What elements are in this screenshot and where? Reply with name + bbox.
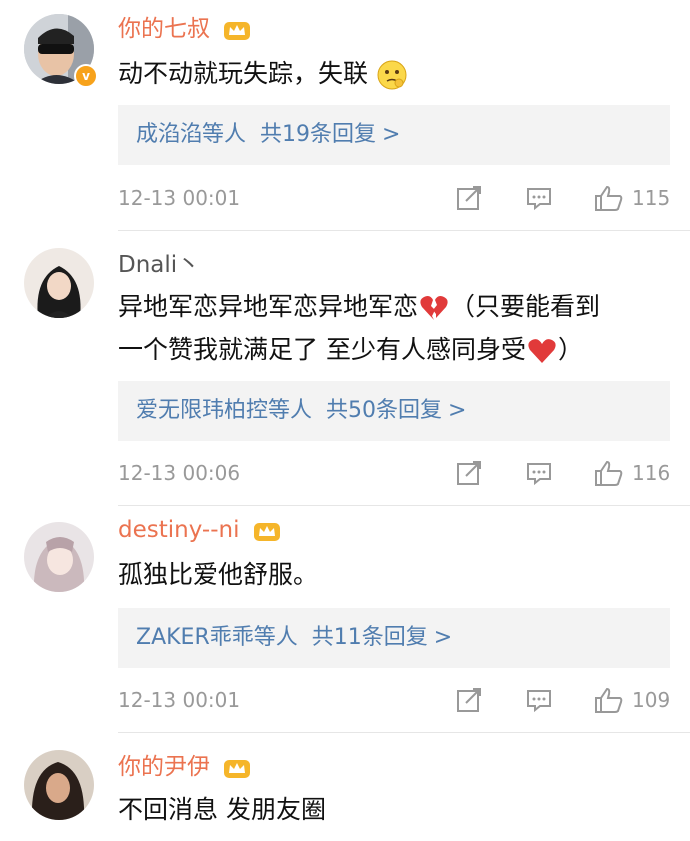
replies-names: ZAKER乖乖等人: [136, 625, 298, 650]
comment-text-line1-tail: （只要能看到: [450, 292, 601, 321]
replies-names: 爱无限玮柏控等人: [136, 398, 313, 423]
timestamp: 12-13 00:06: [118, 461, 241, 485]
avatar[interactable]: [24, 522, 94, 592]
username[interactable]: Dnali丶: [118, 250, 200, 280]
comment-icon[interactable]: [526, 687, 552, 713]
username[interactable]: 你的尹伊: [118, 752, 251, 782]
comment-text-line2-tail: ）: [557, 335, 583, 364]
avatar[interactable]: [24, 248, 94, 318]
username-text: Dnali丶: [118, 252, 201, 278]
username[interactable]: 你的七叔: [118, 14, 251, 44]
red-heart-icon: [528, 339, 556, 363]
comment-text-body: 动不动就玩失踪，失联: [118, 59, 369, 88]
username-text: 你的尹伊: [118, 754, 210, 780]
comment-text: 不回消息 发朋友圈: [118, 788, 668, 831]
chevron-right-icon: >: [382, 122, 401, 147]
replies-link[interactable]: 成淊淊等人 共19条回复 >: [118, 105, 670, 165]
crown-badge-icon: [253, 522, 280, 541]
divider: [118, 505, 690, 506]
divider: [118, 732, 690, 733]
replies-count: 共50条回复: [326, 398, 443, 423]
replies-link[interactable]: ZAKER乖乖等人 共11条回复 >: [118, 608, 670, 668]
chevron-right-icon: >: [448, 398, 467, 423]
share-icon[interactable]: [456, 185, 482, 211]
verified-badge-icon: v: [74, 64, 98, 88]
username-text: 你的七叔: [118, 16, 210, 42]
crown-badge-icon: [224, 759, 251, 778]
crown-badge-icon: [224, 21, 251, 40]
timestamp: 12-13 00:01: [118, 186, 241, 210]
comment-icon[interactable]: [526, 185, 552, 211]
broken-heart-icon: [420, 296, 448, 320]
avatar[interactable]: [24, 750, 94, 820]
comment-meta: 12-13 00:01 109: [118, 682, 670, 718]
comment-text-line2: 一个赞我就满足了 至少有人感同身受: [118, 335, 526, 364]
replies-count: 共19条回复: [260, 122, 377, 147]
comment-text-line1: 异地军恋异地军恋异地军恋: [118, 292, 419, 321]
timestamp: 12-13 00:01: [118, 688, 241, 712]
username-text: destiny--ni: [118, 517, 240, 543]
thumbs-up-icon[interactable]: [594, 460, 624, 486]
thumbs-up-icon[interactable]: [594, 185, 624, 211]
share-icon[interactable]: [456, 687, 482, 713]
replies-link[interactable]: 爱无限玮柏控等人 共50条回复 >: [118, 381, 670, 441]
comment-text: 动不动就玩失踪，失联: [118, 52, 668, 95]
like-count: 116: [632, 461, 671, 485]
chevron-right-icon: >: [433, 625, 453, 650]
divider: [118, 230, 690, 231]
share-icon[interactable]: [456, 460, 482, 486]
like-count: 115: [632, 186, 671, 210]
comment-meta: 12-13 00:06 116: [118, 455, 670, 491]
replies-count: 共11条回复: [311, 625, 428, 650]
thumbs-up-icon[interactable]: [594, 687, 624, 713]
comment-text-body: 不回消息 发朋友圈: [118, 795, 326, 824]
comment-text: 异地军恋异地军恋异地军恋 （只要能看到 一个赞我就满足了 至少有人感同身受 ）: [118, 285, 668, 371]
comment-meta: 12-13 00:01 115: [118, 180, 670, 216]
like-count: 109: [632, 688, 671, 712]
comment-icon[interactable]: [526, 460, 552, 486]
replies-names: 成淊淊等人: [136, 122, 247, 147]
comment-text: 孤独比爱他舒服。: [118, 553, 668, 596]
comment-text-body: 孤独比爱他舒服。: [118, 560, 319, 589]
username[interactable]: destiny--ni: [118, 515, 281, 545]
thinking-emoji-icon: [377, 60, 407, 90]
